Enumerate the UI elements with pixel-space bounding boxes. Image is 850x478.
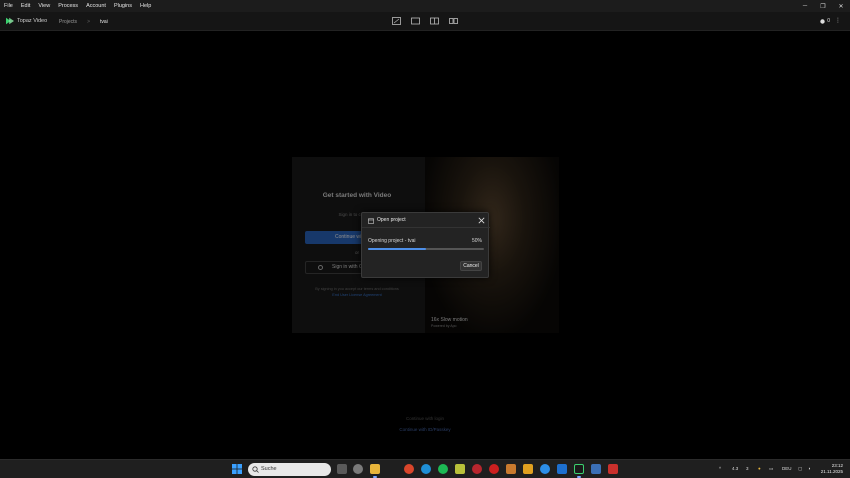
side-by-side-view-icon — [449, 18, 458, 24]
tray-network-icon[interactable]: ▢ — [798, 466, 802, 472]
tray-num[interactable]: 3 — [746, 466, 749, 471]
topaz-video-taskbar-icon[interactable] — [574, 464, 584, 474]
brand[interactable]: Topaz Video — [6, 17, 47, 25]
dialog-close-button[interactable] — [477, 216, 485, 224]
topaz-logo-icon — [6, 17, 14, 25]
edge-icon[interactable] — [421, 464, 431, 474]
terms-text: By signing in you accept our terms and c… — [315, 287, 399, 291]
active-indicator — [577, 476, 581, 478]
file-explorer-icon[interactable] — [370, 464, 380, 474]
taskbar-clock[interactable]: 23:12 21.11.2025 — [821, 463, 843, 475]
app-green-icon[interactable] — [455, 464, 465, 474]
app-yellow-icon[interactable] — [523, 464, 533, 474]
widgets-icon[interactable] — [353, 464, 363, 474]
crop-view-icon — [392, 17, 401, 25]
footer-link-login[interactable]: Continue with login — [0, 416, 850, 421]
credits-count: 0 — [827, 18, 830, 24]
progress-label: Opening project - tvai — [368, 238, 416, 244]
app-red-2-icon[interactable] — [608, 464, 618, 474]
google-icon — [318, 265, 323, 270]
menu-process[interactable]: Process — [54, 0, 82, 12]
menu-edit[interactable]: Edit — [17, 0, 34, 12]
open-project-dialog: Open project Opening project - tvai 50% … — [361, 212, 490, 278]
minimize-button[interactable]: ─ — [796, 0, 814, 12]
app-orange-icon[interactable] — [506, 464, 516, 474]
maximize-button[interactable]: ❐ — [814, 0, 832, 12]
view-single-button[interactable] — [392, 17, 401, 25]
menu-view[interactable]: View — [34, 0, 54, 12]
menu-plugins[interactable]: Plugins — [110, 0, 136, 12]
progress-percent: 50% — [471, 238, 482, 244]
taskbar-search[interactable]: Suche — [248, 463, 331, 476]
search-placeholder: Suche — [261, 466, 277, 472]
split-view-icon — [430, 17, 439, 25]
breadcrumb: Projects > tvai — [59, 19, 108, 25]
app-window-icon[interactable] — [591, 464, 601, 474]
tray-language[interactable]: DEU — [782, 466, 792, 471]
tray-app-icon[interactable]: ● — [758, 466, 761, 471]
app-grid-icon[interactable] — [557, 464, 567, 474]
app-header: Topaz Video Projects > tvai 0 ⋮ — [0, 12, 850, 31]
eula-link[interactable]: End User License Agreement — [292, 293, 422, 297]
active-indicator — [373, 476, 377, 478]
footer-link-passkey[interactable]: Continue with ID/Passkey — [0, 427, 850, 432]
more-options-icon[interactable]: ⋮ — [835, 17, 841, 26]
promo-subtitle: Powered by Apo — [431, 324, 457, 328]
menu-help[interactable]: Help — [136, 0, 155, 12]
app-blue-icon[interactable] — [540, 464, 550, 474]
dialog-header: Open project — [362, 213, 490, 228]
progress-bar-fill — [368, 248, 426, 250]
view-side-by-side-button[interactable] — [449, 17, 458, 25]
app-root: File Edit View Process Account Plugins H… — [0, 0, 850, 478]
welcome-title: Get started with Video — [322, 192, 392, 199]
menu-account[interactable]: Account — [82, 0, 110, 12]
tray-keyboard-icon[interactable]: ▭ — [769, 466, 773, 472]
opera-icon[interactable] — [489, 464, 499, 474]
tray-overflow-icon[interactable]: ^ — [719, 466, 721, 471]
google-signin-button[interactable]: Sign in with Google — [305, 261, 367, 274]
or-divider: or — [355, 250, 360, 255]
window-controls: ─ ❐ ✕ — [796, 0, 850, 12]
menu-file[interactable]: File — [0, 0, 17, 12]
continue-email-button[interactable]: Continue with email — [305, 231, 367, 244]
credits-icon — [820, 18, 825, 24]
breadcrumb-separator: > — [87, 19, 90, 25]
credits-indicator[interactable]: 0 — [820, 18, 830, 24]
progress-bar — [368, 248, 484, 250]
cancel-button[interactable]: Cancel — [460, 261, 482, 271]
search-icon — [252, 466, 259, 473]
close-window-button[interactable]: ✕ — [832, 0, 850, 12]
single-view-icon — [411, 17, 420, 25]
firefox-icon[interactable] — [404, 464, 414, 474]
brand-name: Topaz Video — [17, 18, 48, 24]
breadcrumb-projects[interactable]: Projects — [59, 19, 77, 25]
task-view-icon[interactable] — [337, 464, 347, 474]
view-mode-toolbar — [392, 17, 458, 25]
menu-bar: File Edit View Process Account Plugins H… — [0, 0, 850, 12]
close-icon — [478, 217, 484, 223]
view-split-button[interactable] — [430, 17, 439, 25]
view-full-button[interactable] — [411, 17, 420, 25]
app-red-icon[interactable] — [472, 464, 482, 474]
spotify-icon[interactable] — [438, 464, 448, 474]
clock-date: 21.11.2025 — [820, 469, 843, 474]
windows-start-icon[interactable] — [232, 464, 242, 474]
tray-volume-icon[interactable]: ◗ — [808, 466, 811, 471]
promo-title: 16x Slow motion — [431, 317, 468, 323]
tray-temp[interactable]: 4.3 — [732, 466, 738, 471]
dialog-title: Open project — [377, 217, 406, 223]
breadcrumb-current: tvai — [99, 19, 108, 25]
folder-icon — [368, 218, 374, 224]
taskbar: Suche ^ 4.3 3 ● ▭ DEU ▢ ◗ 23:12 21.11.20… — [0, 459, 850, 478]
